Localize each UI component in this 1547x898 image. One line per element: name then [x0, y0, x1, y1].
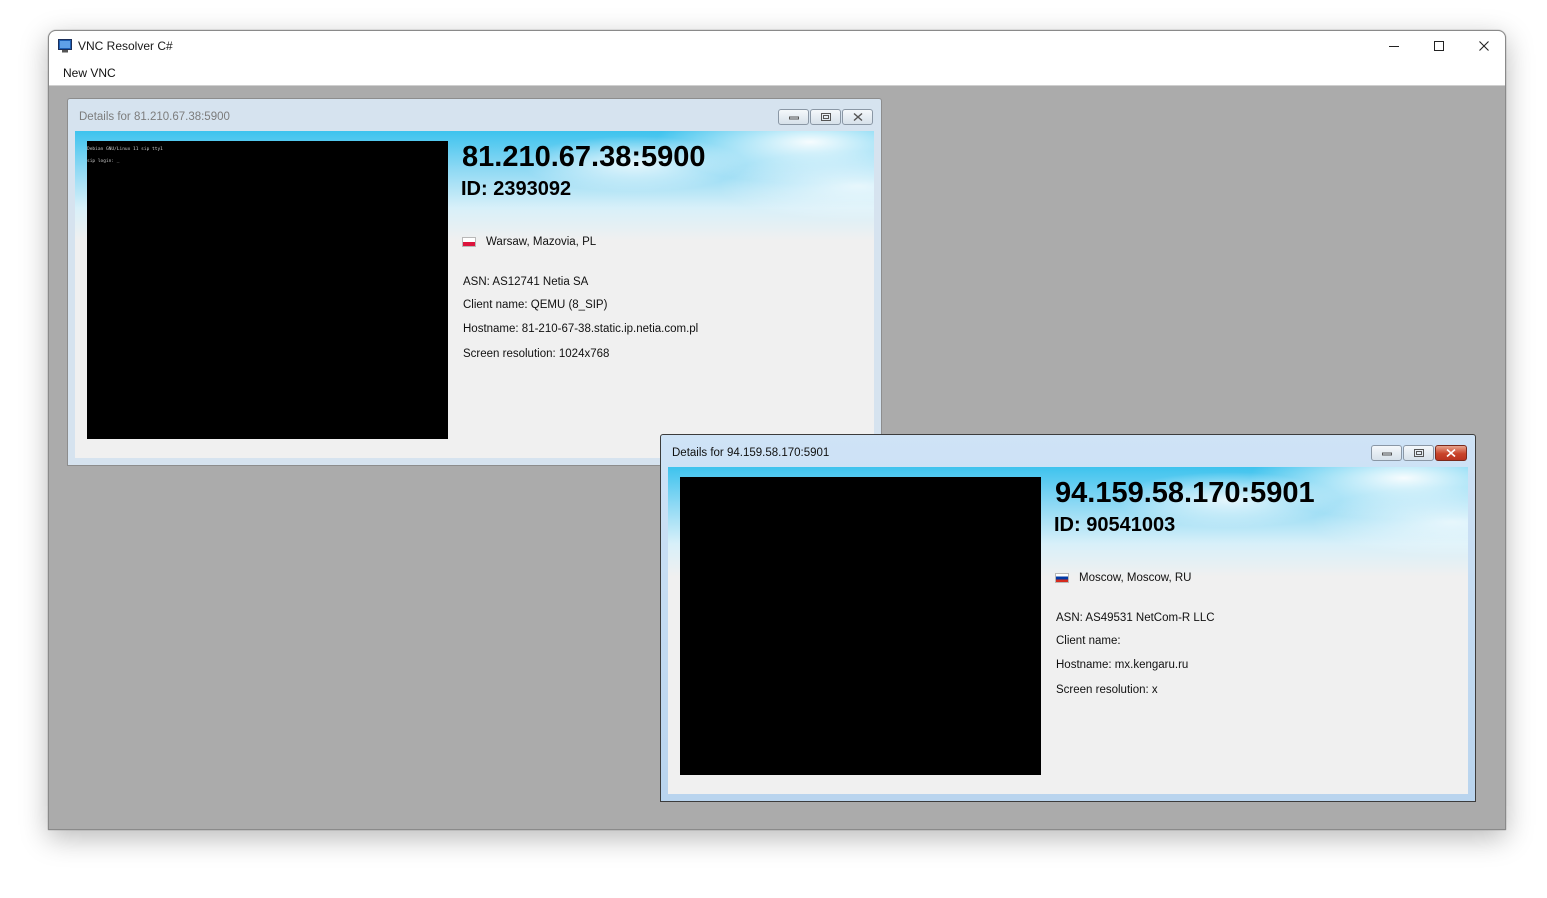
- close-button[interactable]: [1461, 31, 1505, 61]
- host-id: ID: 2393092: [461, 178, 572, 200]
- minimize-icon: [788, 116, 799, 120]
- hostname-label: Hostname: 81-210-67-38.static.ip.netia.c…: [463, 323, 699, 335]
- menu-new-vnc[interactable]: New VNC: [57, 65, 122, 81]
- child-title-bar[interactable]: Details for 81.210.67.38:5900: [75, 99, 874, 131]
- flag-pl-icon: [462, 237, 476, 247]
- client-name-label: Client name: QEMU (8_SIP): [463, 299, 608, 311]
- resolution-label: Screen resolution: 1024x768: [463, 348, 610, 360]
- vnc-screenshot: [680, 477, 1041, 775]
- location-label: Warsaw, Mazovia, PL: [486, 236, 597, 248]
- child-close-button[interactable]: [842, 109, 873, 125]
- vnc-screenshot: Debian GNU/Linux 11 sip tty1 sip login: …: [87, 141, 448, 439]
- hostname-label: Hostname: mx.kengaru.ru: [1056, 659, 1189, 671]
- restore-icon: [1413, 449, 1424, 457]
- child-title: Details for 81.210.67.38:5900: [79, 111, 230, 123]
- monitor-icon: [58, 39, 72, 53]
- flag-ru-icon: [1055, 573, 1069, 583]
- minimize-icon: [1381, 452, 1392, 456]
- host-address: 94.159.58.170:5901: [1055, 477, 1315, 509]
- terminal-line: sip login: _: [87, 159, 120, 164]
- title-bar[interactable]: VNC Resolver C#: [49, 31, 1505, 61]
- menu-bar: New VNC: [49, 61, 1505, 86]
- app-window: VNC Resolver C# New VNC Details for 81.2…: [48, 30, 1506, 830]
- client-name-label: Client name:: [1056, 635, 1121, 647]
- child-content: 94.159.58.170:5901 ID: 90541003 Moscow, …: [668, 467, 1468, 794]
- child-minimize-button[interactable]: [1371, 445, 1402, 461]
- close-icon: [853, 113, 862, 121]
- restore-icon: [820, 113, 831, 121]
- minimize-icon: [1389, 46, 1399, 47]
- child-title: Details for 94.159.58.170:5901: [672, 447, 830, 459]
- location-label: Moscow, Moscow, RU: [1079, 572, 1192, 584]
- child-content: Debian GNU/Linux 11 sip tty1 sip login: …: [75, 131, 874, 458]
- app-title: VNC Resolver C#: [78, 39, 173, 53]
- maximize-icon: [1434, 41, 1444, 51]
- close-icon: [1479, 41, 1489, 51]
- child-minimize-button[interactable]: [778, 109, 809, 125]
- child-restore-button[interactable]: [810, 109, 841, 125]
- terminal-line: Debian GNU/Linux 11 sip tty1: [87, 147, 163, 152]
- host-id: ID: 90541003: [1054, 514, 1176, 536]
- resolution-label: Screen resolution: x: [1056, 684, 1158, 696]
- mdi-workspace: Details for 81.210.67.38:5900 Debian GNU…: [49, 86, 1505, 829]
- close-icon: [1446, 449, 1456, 457]
- details-window-2[interactable]: Details for 94.159.58.170:5901 94.159.58…: [660, 434, 1476, 802]
- minimize-button[interactable]: [1371, 31, 1417, 61]
- child-title-bar[interactable]: Details for 94.159.58.170:5901: [668, 435, 1468, 467]
- details-window-1[interactable]: Details for 81.210.67.38:5900 Debian GNU…: [67, 98, 882, 466]
- child-restore-button[interactable]: [1403, 445, 1434, 461]
- asn-label: ASN: AS12741 Netia SA: [463, 276, 589, 288]
- child-close-button[interactable]: [1435, 445, 1467, 461]
- host-address: 81.210.67.38:5900: [462, 141, 706, 173]
- asn-label: ASN: AS49531 NetCom-R LLC: [1056, 612, 1215, 624]
- maximize-button[interactable]: [1416, 31, 1462, 61]
